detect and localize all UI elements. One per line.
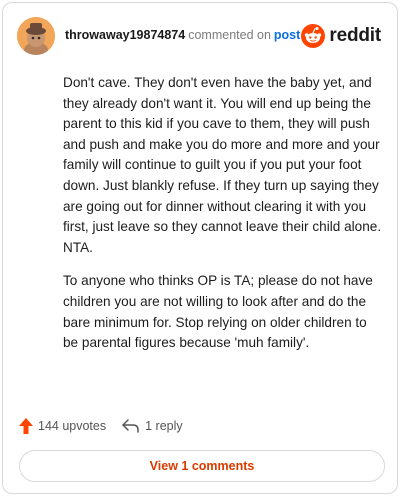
comment-meta: throwaway19874874 commented on post (65, 28, 300, 42)
action-text: commented on (188, 28, 271, 42)
comment-paragraph: Don't cave. They don't even have the bab… (63, 75, 382, 255)
reply-count[interactable]: 1 reply (145, 419, 183, 433)
comment-actions: 144 upvotes 1 reply (19, 415, 199, 437)
reddit-wordmark: reddit (329, 25, 381, 46)
reply-arrow-icon[interactable] (122, 419, 140, 433)
username-link[interactable]: throwaway19874874 (65, 28, 185, 42)
user-avatar[interactable] (17, 17, 55, 55)
post-link[interactable]: post (274, 28, 300, 42)
comment-body: Don't cave. They don't even have the bab… (63, 73, 383, 367)
upvote-arrow-icon[interactable] (19, 418, 33, 434)
view-comments-button[interactable]: View 1 comments (19, 450, 385, 482)
comment-header: throwaway19874874 commented on post reddit (17, 17, 383, 57)
comment-paragraph: To anyone who thinks OP is TA; please do… (63, 273, 373, 351)
reddit-brand[interactable]: reddit (301, 22, 381, 50)
avatar-icon (17, 17, 55, 55)
upvote-count: 144 upvotes (38, 419, 107, 433)
comment-card: throwaway19874874 commented on post reddit… (2, 2, 398, 494)
reddit-logo-icon (301, 24, 326, 48)
